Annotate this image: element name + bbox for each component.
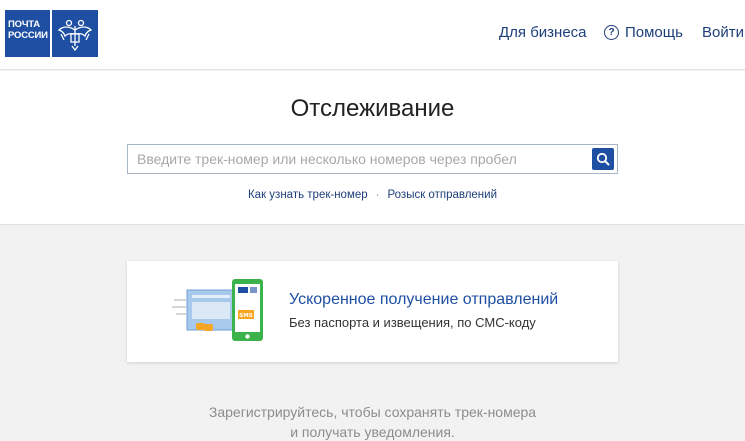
- tracking-section: Отслеживание Как узнать трек-номер · Розыс…: [0, 71, 745, 225]
- russian-post-logo[interactable]: ПОЧТА РОССИИ: [5, 10, 98, 57]
- link-separator: ·: [375, 189, 380, 201]
- promo-subtitle: Без паспорта и извещения, по СМС-коду: [289, 315, 536, 330]
- track-number-input[interactable]: [128, 145, 586, 173]
- logo-wordmark: ПОЧТА РОССИИ: [5, 10, 50, 57]
- promo-card[interactable]: SMS Ускоренное получение отправлений Без…: [127, 261, 618, 362]
- register-hint: Зарегистрируйтесь, чтобы сохранять трек-…: [0, 402, 745, 441]
- register-hint-line1: Зарегистрируйтесь, чтобы сохранять трек-…: [208, 404, 537, 420]
- logo-text-line1: ПОЧТА: [8, 19, 40, 30]
- nav-business-link[interactable]: Для бизнеса: [499, 24, 587, 41]
- nav-help-label: Помощь: [625, 24, 683, 41]
- nav-help-link[interactable]: ? Помощь: [604, 24, 683, 41]
- page-title: Отслеживание: [290, 95, 455, 122]
- site-header: ПОЧТА РОССИИ Для бизнеса ? Помощь Войти: [0, 0, 745, 70]
- how-to-find-track-link[interactable]: Как узнать трек-номер: [248, 189, 368, 201]
- search-button[interactable]: [592, 148, 614, 170]
- eagle-emblem-icon: [52, 10, 98, 57]
- promo-title[interactable]: Ускоренное получение отправлений: [289, 291, 558, 309]
- search-shipments-link[interactable]: Розыск отправлений: [387, 189, 497, 201]
- register-hint-line2: и получать уведомления.: [290, 424, 455, 440]
- logo-text-line2: РОССИИ: [8, 30, 48, 41]
- sms-label: SMS: [239, 313, 252, 319]
- track-search-box: [127, 144, 618, 174]
- nav-login-link[interactable]: Войти: [702, 24, 744, 41]
- parcel-phone-illustration: SMS: [172, 279, 263, 341]
- question-circle-icon: ?: [604, 25, 619, 40]
- tracking-links: Как узнать трек-номер · Розыск отправлений: [0, 189, 745, 201]
- search-icon: [596, 152, 610, 166]
